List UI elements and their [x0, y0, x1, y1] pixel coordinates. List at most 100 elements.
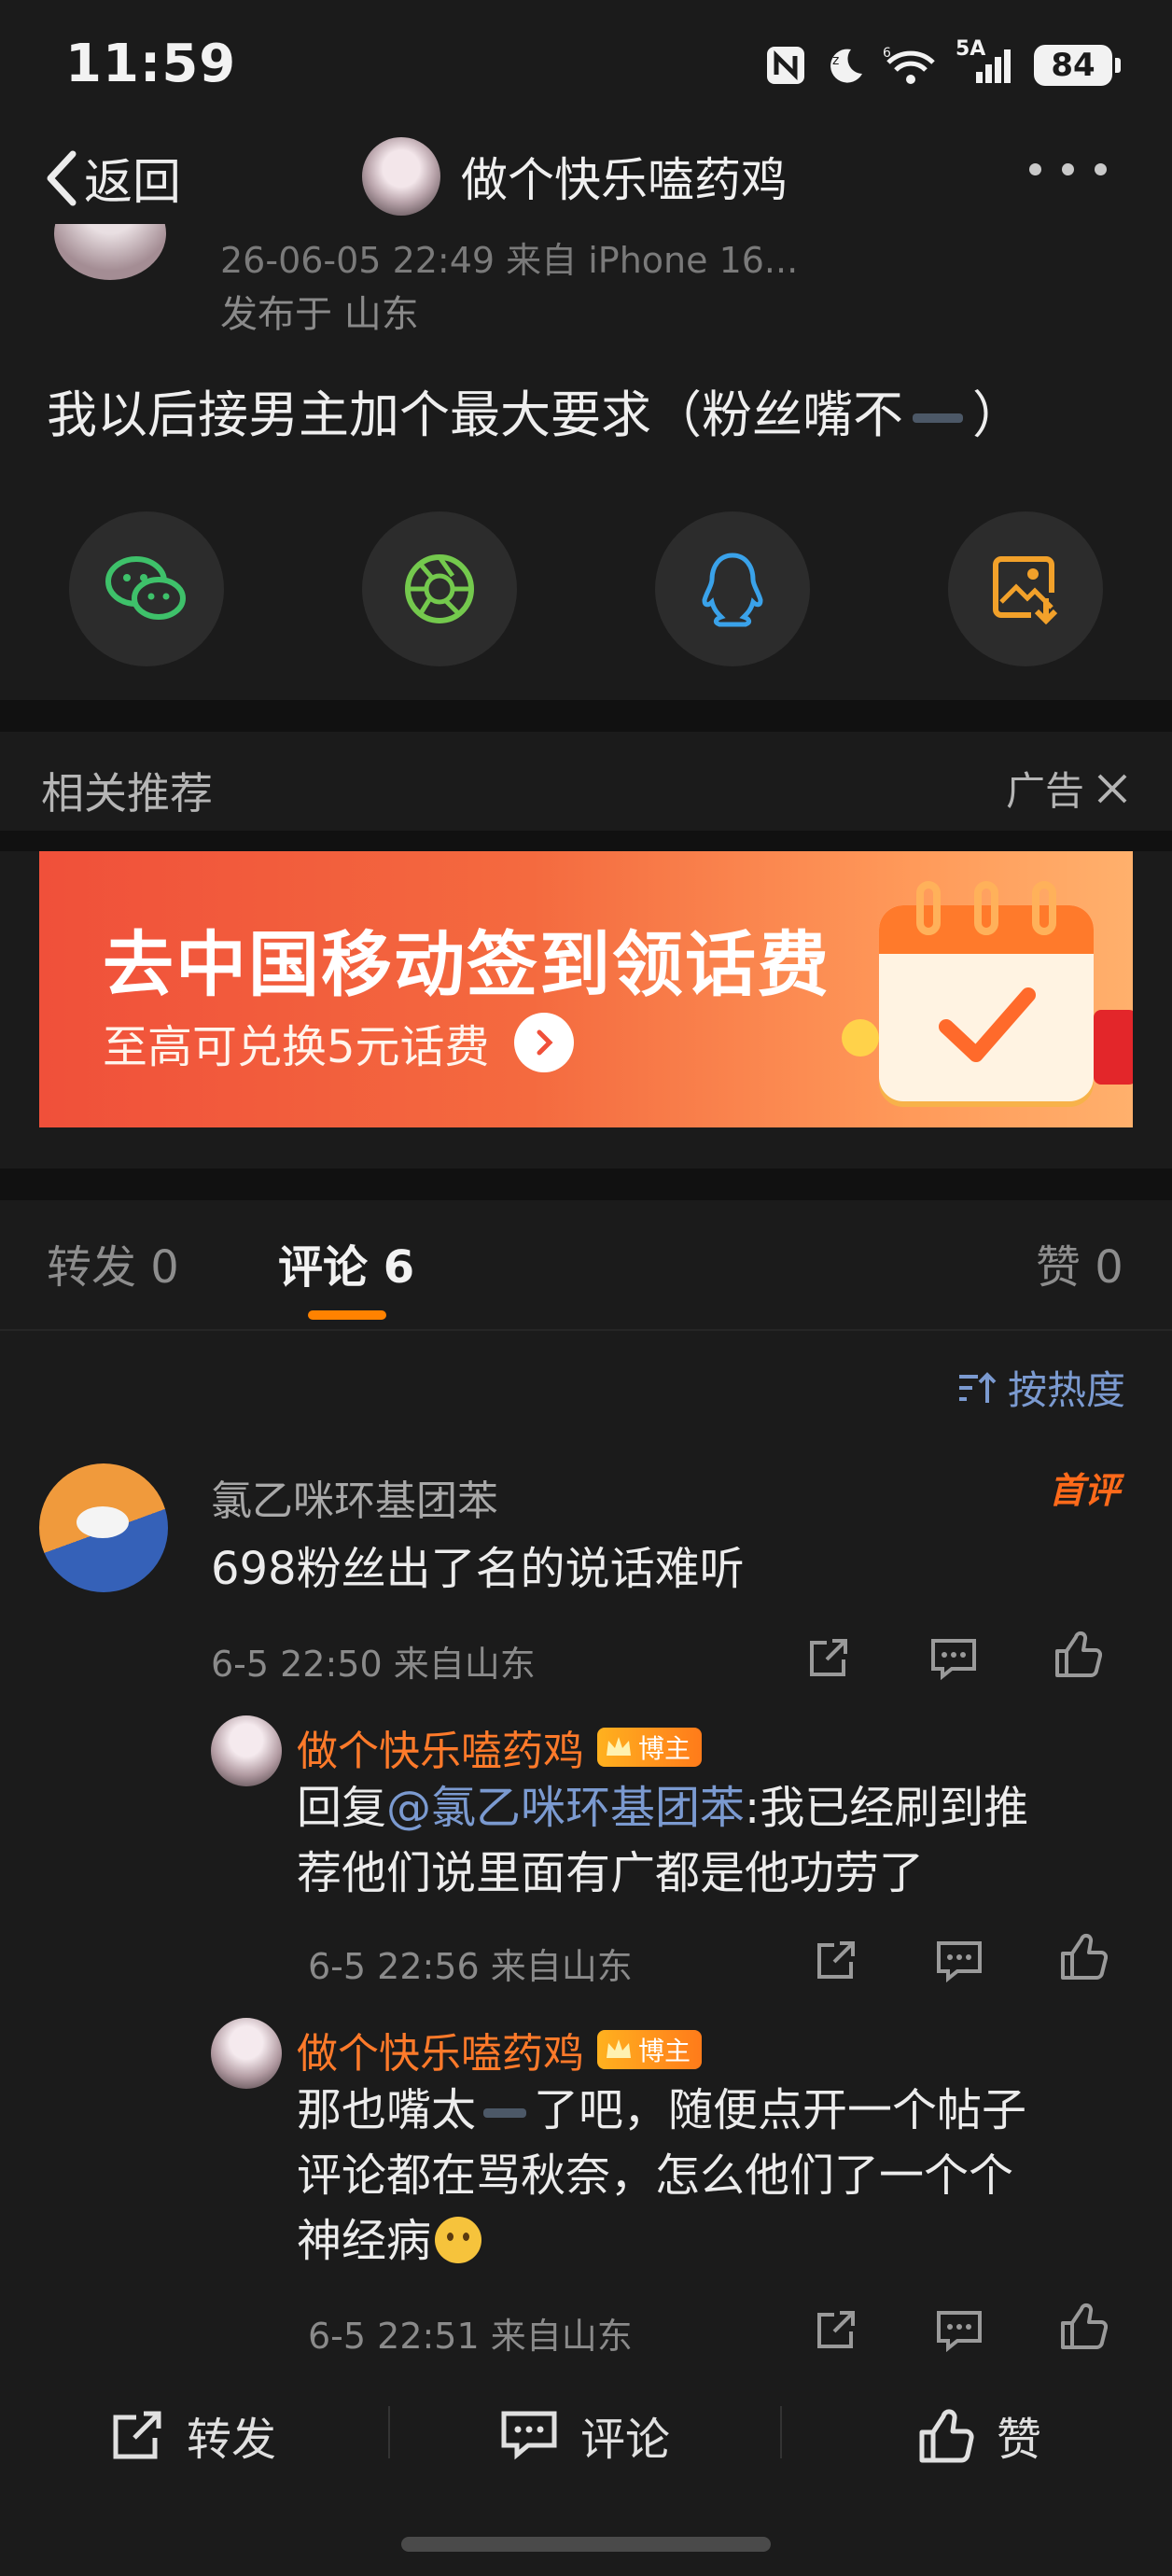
bottom-comment-label: 评论	[580, 2414, 671, 2466]
banner-subtitle-text: 至高可兑换5元话费	[103, 1021, 490, 1073]
censored-mark	[913, 413, 963, 424]
reply-text: 那也嘴太 了吧，随便点开一个帖子 评论都在骂秋奈，怎么他们了一个个 神经病	[297, 2078, 1118, 2274]
post-timestamp: 26-06-05 22:49 来自 iPhone 16...	[220, 240, 799, 281]
status-icons: z 6 5A 84	[765, 37, 1121, 93]
comment-share-icon[interactable]	[802, 1631, 855, 1684]
repost-icon	[113, 2411, 161, 2459]
more-options-icon[interactable]	[1029, 163, 1107, 175]
share-qq-button[interactable]	[655, 511, 810, 666]
reply2-line1-b: 了吧，随便点开一个帖子	[534, 2084, 1027, 2136]
reply-author-name[interactable]: 做个快乐嗑药鸡	[297, 1717, 584, 1777]
ad-banner[interactable]: 去中国移动签到领话费 至高可兑换5元话费	[39, 851, 1133, 1127]
reply-like-icon[interactable]	[1056, 2300, 1109, 2352]
reply-prefix: 回复	[297, 1782, 387, 1834]
reply2-line1-a: 那也嘴太	[297, 2084, 477, 2136]
reply2-line2: 评论都在骂秋奈，怎么他们了一个个	[297, 2149, 1014, 2202]
mention-link[interactable]: @氯乙咪环基团苯	[386, 1782, 745, 1834]
tab-likes-count: 0	[1095, 1241, 1123, 1294]
section-divider	[0, 700, 1172, 732]
share-wechat-button[interactable]	[69, 511, 224, 666]
active-tab-indicator	[308, 1310, 386, 1320]
share-moments-button[interactable]	[362, 511, 517, 666]
comment-icon	[501, 2411, 557, 2460]
save-image-icon	[993, 556, 1058, 624]
host-badge: 博主	[597, 1728, 703, 1767]
tab-repost-label: 转发	[47, 1241, 137, 1294]
reply-like-icon[interactable]	[1056, 1930, 1109, 1982]
post-text: 我以后接男主加个最大要求（粉丝嘴不 ）	[47, 373, 1023, 447]
reply-reply-icon[interactable]	[933, 2303, 985, 2356]
comment-like-icon[interactable]	[1051, 1628, 1103, 1680]
status-bar: 11:59 z 6 5A 84	[0, 0, 1172, 126]
commenter-avatar[interactable]	[39, 1463, 168, 1592]
tab-comments[interactable]: 评论 6	[278, 1230, 414, 1295]
bottom-repost-label: 转发	[187, 2414, 277, 2466]
crown-icon	[607, 1737, 631, 1756]
status-time: 11:59	[65, 34, 237, 94]
host-badge-label: 博主	[638, 1733, 691, 1764]
flower-decoration	[842, 1019, 879, 1057]
commenter-name[interactable]: 氯乙咪环基团苯	[211, 1467, 498, 1527]
related-recommend-label: 相关推荐	[41, 768, 213, 819]
bottom-like-button[interactable]: 赞	[916, 2402, 1041, 2468]
wifi-icon: 6	[883, 43, 939, 88]
tab-repost[interactable]: 转发 0	[47, 1230, 179, 1295]
tab-comments-count: 6	[383, 1241, 415, 1294]
reply-text: 回复@氯乙咪环基团苯:我已经刷到推 荐他们说里面有广都是他功劳了	[297, 1775, 1118, 1906]
bottom-comment-button[interactable]: 评论	[500, 2402, 670, 2468]
reply-meta: 6-5 22:51 来自山东	[308, 2316, 633, 2357]
ad-label: 广告	[1005, 768, 1084, 814]
tab-comments-label: 评论	[278, 1241, 369, 1294]
comment-text: 698粉丝出了名的说话难听	[211, 1543, 745, 1595]
svg-text:z: z	[832, 53, 839, 68]
reply-avatar[interactable]	[211, 2018, 282, 2089]
reply-author-name[interactable]: 做个快乐嗑药鸡	[297, 2020, 584, 2079]
bottom-repost-button[interactable]: 转发	[110, 2402, 276, 2468]
first-comment-badge: 首评	[1048, 1470, 1120, 1511]
censored-mark	[483, 2108, 527, 2118]
home-indicator[interactable]	[401, 2537, 771, 2552]
network-type-label: 5A	[956, 37, 986, 61]
nfc-icon	[765, 43, 806, 88]
moments-icon	[405, 554, 474, 623]
tab-likes[interactable]: 赞 0	[1036, 1230, 1123, 1295]
chevron-right-icon	[513, 1013, 574, 1072]
crown-icon	[607, 2039, 631, 2058]
post-text-part2: ）	[972, 385, 1023, 444]
post-location: 发布于 山东	[220, 293, 419, 336]
nav-title: 做个快乐嗑药鸡	[461, 153, 788, 207]
thinking-emoji-icon	[435, 2217, 482, 2263]
tabs-divider	[0, 1329, 1172, 1331]
wechat-icon	[105, 556, 186, 620]
reply-share-icon[interactable]	[810, 2303, 862, 2356]
banner-subtitle: 至高可兑换5元话费	[103, 1010, 574, 1075]
chevron-left-icon	[47, 150, 77, 205]
section-divider	[0, 1169, 1172, 1200]
reply-share-icon[interactable]	[810, 1934, 862, 1986]
cellular-signal-icon: 5A	[956, 37, 1017, 88]
comment-reply-icon[interactable]	[928, 1631, 980, 1684]
ad-close-button[interactable]: 广告	[1006, 760, 1129, 817]
reply-reply-icon[interactable]	[933, 1934, 985, 1986]
reply2-line3: 神经病	[297, 2215, 432, 2267]
bottom-divider	[388, 2406, 390, 2458]
sort-label: 按热度	[1007, 1367, 1125, 1413]
reply-header: 做个快乐嗑药鸡 博主	[297, 2020, 703, 2079]
post-text-part1: 我以后接男主加个最大要求（粉丝嘴不	[47, 385, 903, 444]
reply-text-line2: 荐他们说里面有广都是他功劳了	[297, 1847, 925, 1899]
reply-text-line1: :我已经刷到推	[745, 1782, 1029, 1834]
bottom-like-label: 赞	[997, 2414, 1042, 2466]
save-image-button[interactable]	[948, 511, 1103, 666]
qq-icon	[702, 553, 763, 627]
bottom-divider	[780, 2406, 782, 2458]
nav-avatar[interactable]	[362, 137, 440, 216]
reply-avatar[interactable]	[211, 1715, 282, 1786]
host-badge: 博主	[597, 2030, 703, 2069]
nav-profile[interactable]: 做个快乐嗑药鸡	[362, 137, 788, 216]
close-icon	[1097, 774, 1127, 803]
envelope-decoration	[1094, 1010, 1133, 1085]
sort-button[interactable]: 按热度	[957, 1359, 1125, 1416]
reply-meta: 6-5 22:56 来自山东	[308, 1946, 633, 1987]
do-not-disturb-icon: z	[823, 43, 866, 88]
back-button[interactable]: 返回	[43, 143, 181, 213]
